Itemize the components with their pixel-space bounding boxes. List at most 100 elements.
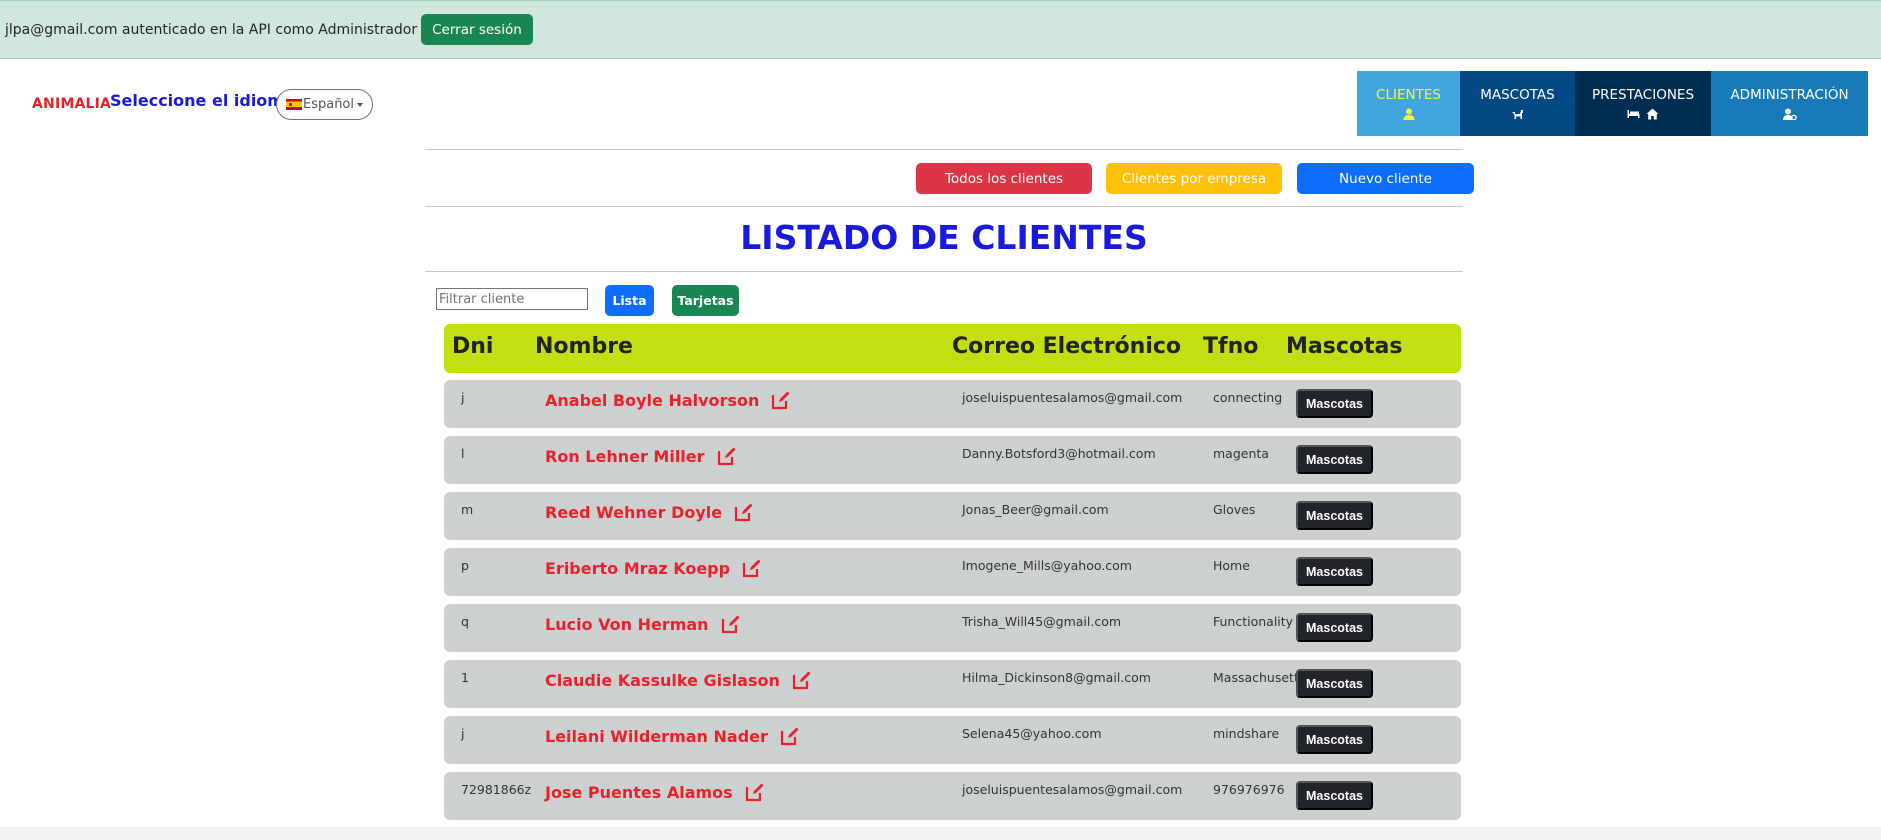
nav-mascotas-label: MASCOTAS [1480, 87, 1555, 103]
divider-middle [425, 206, 1463, 207]
page-title: LISTADO DE CLIENTES [740, 218, 1148, 257]
header-correo: Correo Electrónico [952, 334, 1182, 359]
cell-email: Selena45@yahoo.com [962, 726, 1102, 741]
header-tfno: Tfno [1203, 334, 1259, 359]
table-row: l Ron Lehner Miller Danny.Botsford3@hotmai… [444, 436, 1461, 484]
cards-view-button[interactable]: Tarjetas [672, 285, 739, 316]
header-mascotas: Mascotas [1286, 334, 1403, 359]
pets-button[interactable]: Mascotas [1296, 445, 1373, 474]
nav-administracion[interactable]: ADMINISTRACIÓN [1711, 71, 1868, 136]
cell-dni: m [461, 502, 474, 517]
pets-button[interactable]: Mascotas [1296, 501, 1373, 530]
pets-button[interactable]: Mascotas [1296, 557, 1373, 586]
table-row: q Lucio Von Herman Trisha_Will45@gmail.com… [444, 604, 1461, 652]
pets-button[interactable]: Mascotas [1296, 613, 1373, 642]
footer-strip [0, 827, 1881, 840]
cell-dni: j [461, 390, 465, 405]
edit-icon[interactable] [721, 614, 741, 634]
divider-bottom [425, 271, 1463, 272]
clients-by-company-button[interactable]: Clientes por empresa [1106, 163, 1282, 194]
table-row: 72981866z Jose Puentes Alamos joseluispuen… [444, 772, 1461, 820]
pets-button[interactable]: Mascotas [1296, 725, 1373, 754]
table-row: p Eriberto Mraz Koepp Imogene_Mills@yahoo.… [444, 548, 1461, 596]
nav-mascotas[interactable]: MASCOTAS [1460, 71, 1575, 136]
new-client-button[interactable]: Nuevo cliente [1297, 163, 1474, 194]
cell-email: Danny.Botsford3@hotmail.com [962, 446, 1156, 461]
header-dni: Dni [452, 334, 494, 359]
table-row: j Anabel Boyle Halvorson joseluispuentesal… [444, 380, 1461, 428]
cell-nombre[interactable]: Eriberto Mraz Koepp [545, 558, 762, 578]
edit-icon[interactable] [771, 390, 791, 410]
list-view-button[interactable]: Lista [605, 285, 654, 316]
language-label: Seleccione el idioma: [110, 91, 302, 110]
brand-logo[interactable]: ANIMALIA [32, 96, 111, 112]
cell-dni: 72981866z [461, 782, 532, 797]
nav-clientes[interactable]: CLIENTES [1357, 71, 1460, 136]
cell-tfno: Gloves [1213, 502, 1256, 517]
filter-client-input[interactable] [436, 288, 588, 310]
cell-tfno: Massachusetts [1213, 670, 1306, 685]
cell-email: Jonas_Beer@gmail.com [962, 502, 1109, 517]
caret-down-icon [357, 102, 363, 107]
cell-nombre[interactable]: Jose Puentes Alamos [545, 782, 765, 802]
table-row: j Leilani Wilderman Nader Selena45@yahoo.c… [444, 716, 1461, 764]
edit-icon[interactable] [745, 782, 765, 802]
edit-icon[interactable] [734, 502, 754, 522]
cell-tfno: Functionality [1213, 614, 1294, 629]
spain-flag-icon [285, 99, 302, 110]
cell-nombre[interactable]: Claudie Kassulke Gislason [545, 670, 812, 690]
cell-tfno: mindshare [1213, 726, 1280, 741]
cell-tfno: Home [1213, 558, 1250, 573]
nav-prestaciones-label: PRESTACIONES [1591, 87, 1695, 103]
pets-button[interactable]: Mascotas [1296, 781, 1373, 810]
cell-nombre[interactable]: Anabel Boyle Halvorson [545, 390, 791, 410]
nav-prestaciones[interactable]: PRESTACIONES [1575, 71, 1711, 136]
dog-icon [1512, 110, 1523, 119]
edit-icon[interactable] [717, 446, 737, 466]
all-clients-button[interactable]: Todos los clientes [916, 163, 1092, 194]
cell-email: joseluispuentesalamos@gmail.com [962, 782, 1183, 797]
cell-dni: p [461, 558, 469, 573]
table-header: Dni Nombre Correo Electrónico Tfno Masco… [444, 324, 1461, 373]
cell-tfno: magenta [1213, 446, 1269, 461]
client-name-link[interactable]: Lucio Von Herman [545, 615, 709, 634]
client-name-link[interactable]: Anabel Boyle Halvorson [545, 391, 759, 410]
client-name-link[interactable]: Reed Wehner Doyle [545, 503, 722, 522]
client-name-link[interactable]: Leilani Wilderman Nader [545, 727, 768, 746]
language-dropdown[interactable]: Español [276, 89, 373, 120]
edit-icon[interactable] [742, 558, 762, 578]
header-nombre: Nombre [535, 334, 633, 359]
divider-top [425, 149, 1463, 150]
main-nav: CLIENTES MASCOTAS PRESTACIONES ADMINISTR… [1357, 71, 1868, 136]
cell-email: Hilma_Dickinson8@gmail.com [962, 670, 1151, 685]
cell-tfno: connecting [1213, 390, 1283, 405]
client-name-link[interactable]: Ron Lehner Miller [545, 447, 705, 466]
logout-button[interactable]: Cerrar sesión [421, 14, 533, 45]
client-name-link[interactable]: Eriberto Mraz Koepp [545, 559, 730, 578]
table-row: 1 Claudie Kassulke Gislason Hilma_Dickinso… [444, 660, 1461, 708]
cell-nombre[interactable]: Ron Lehner Miller [545, 446, 737, 466]
user-gear-icon [1782, 108, 1797, 120]
cell-nombre[interactable]: Reed Wehner Doyle [545, 502, 754, 522]
client-name-link[interactable]: Jose Puentes Alamos [545, 783, 733, 802]
cell-dni: j [461, 726, 465, 741]
auth-message: jlpa@gmail.com autenticado en la API com… [5, 21, 418, 38]
cell-email: Imogene_Mills@yahoo.com [962, 558, 1132, 573]
nav-clientes-label: CLIENTES [1376, 87, 1441, 103]
cell-nombre[interactable]: Leilani Wilderman Nader [545, 726, 800, 746]
edit-icon[interactable] [780, 726, 800, 746]
bed-icon [1627, 110, 1640, 118]
cell-dni: 1 [461, 670, 469, 685]
cell-email: Trisha_Will45@gmail.com [962, 614, 1122, 629]
client-name-link[interactable]: Claudie Kassulke Gislason [545, 671, 780, 690]
home-icon [1646, 108, 1659, 120]
edit-icon[interactable] [792, 670, 812, 690]
table-row: m Reed Wehner Doyle Jonas_Beer@gmail.com Gl… [444, 492, 1461, 540]
cell-dni: l [461, 446, 465, 461]
language-selected: Español [302, 97, 354, 112]
user-icon [1403, 108, 1414, 120]
pets-button[interactable]: Mascotas [1296, 669, 1373, 698]
pets-button[interactable]: Mascotas [1296, 389, 1373, 418]
auth-alert-bar: jlpa@gmail.com autenticado en la API com… [0, 0, 1881, 59]
cell-nombre[interactable]: Lucio Von Herman [545, 614, 741, 634]
